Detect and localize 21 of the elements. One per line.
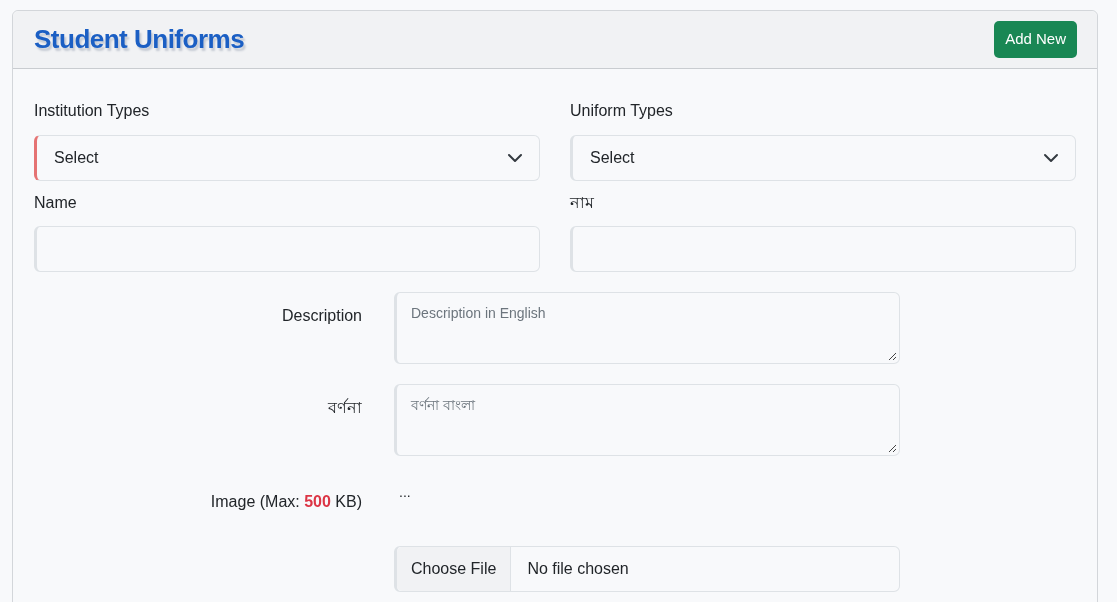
field-label: বর্ণনা: [327, 397, 362, 418]
field-label: Image (Max: 500 KB): [209, 492, 362, 512]
file-input[interactable]: Choose File No file chosen: [394, 546, 900, 592]
resize-grip-icon: [888, 444, 897, 453]
field-label: Institution Types: [34, 101, 151, 121]
field-label: Description: [280, 306, 362, 326]
page-title: Student Uniforms: [34, 23, 245, 56]
file-status: No file chosen: [526, 559, 629, 579]
add-new-button[interactable]: Add New: [994, 21, 1077, 58]
field-label: Name: [34, 193, 78, 213]
field-label: নাম: [570, 193, 595, 213]
textarea-field[interactable]: বর্ণনা বাংলা: [394, 384, 900, 456]
select-field[interactable]: Select: [34, 135, 540, 181]
choose-file-button[interactable]: Choose File: [397, 547, 512, 591]
select-field[interactable]: Select: [570, 135, 1076, 181]
text-field[interactable]: [34, 226, 540, 272]
image-preview-text: ...: [399, 483, 411, 502]
text-field[interactable]: [570, 226, 1076, 272]
textarea-field[interactable]: Description in English: [394, 292, 900, 364]
field-label: Uniform Types: [570, 101, 674, 121]
resize-grip-icon: [888, 352, 897, 361]
